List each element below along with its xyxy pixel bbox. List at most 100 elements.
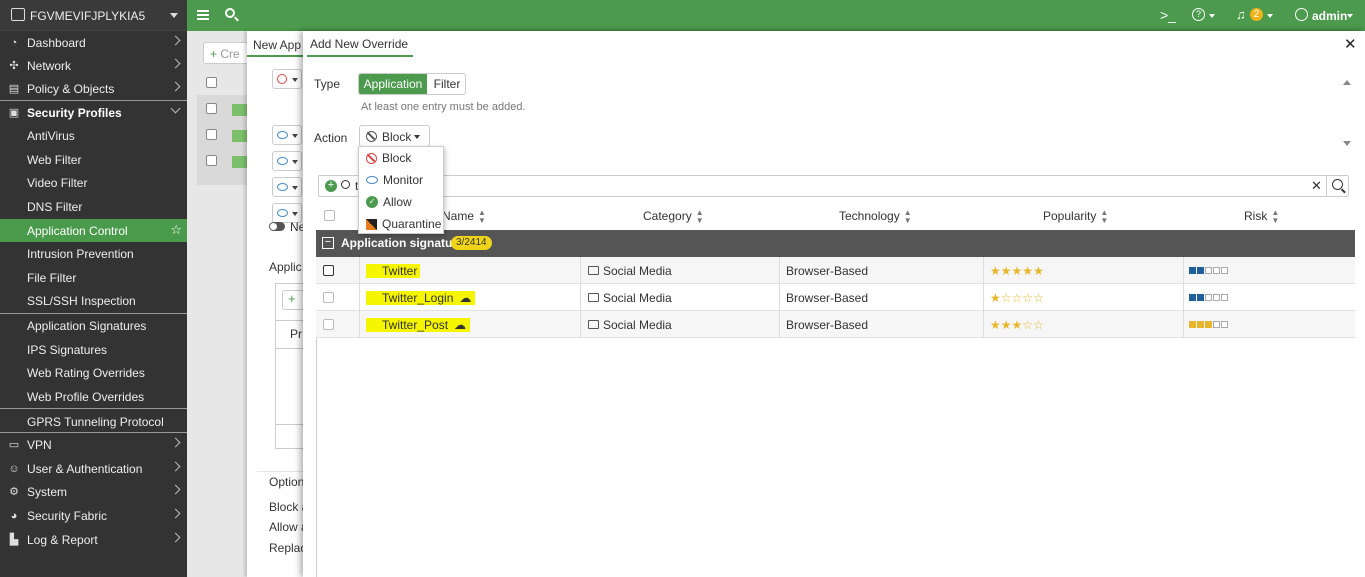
table-row[interactable]: Twitter_Login ☁ Social Media Browser-Based ★… [316,284,1355,311]
category: Social Media [603,290,672,305]
sidebar-item-web-rating-overrides[interactable]: Web Rating Overrides [0,361,187,384]
sort-icon: ▲ ▼ [903,208,912,225]
eye-icon [277,209,288,217]
add-circle-icon[interactable]: + [325,180,337,192]
sidebar-item-policy-objects[interactable]: ▤ Policy & Objects [0,77,187,100]
search-bar: + t ✕ [318,175,1349,197]
action-option-monitor[interactable]: Monitor [359,169,444,191]
sidebar-item-antivirus[interactable]: AntiVirus [0,124,187,147]
row-checkbox[interactable] [206,155,217,166]
row-checkbox[interactable] [206,129,217,140]
vpn-icon: ▭ [8,439,20,451]
row-checkbox[interactable] [206,103,217,114]
sort-icon: ▲ ▼ [695,208,704,225]
action-dropdown[interactable] [272,151,302,171]
scroll-up-icon[interactable] [1343,80,1351,85]
sidebar-item-video-filter[interactable]: Video Filter [0,171,187,194]
row-checkbox[interactable] [323,292,334,303]
username[interactable]: admin [1312,9,1347,23]
app-name[interactable]: Twitter_Post [366,317,452,332]
group-header[interactable]: − Application signature 3/2414 [316,230,1355,257]
action-dropdown[interactable] [272,69,302,89]
star-icon[interactable]: ☆ [170,222,182,238]
sidebar-item-log-report[interactable]: ▙ Log & Report [0,528,187,551]
table-row[interactable]: Twitter_Post ☁ Social Media Browser-Based ★ ★… [316,311,1355,338]
sidebar-item-dashboard[interactable]: ◔ Dashboard [0,31,187,54]
table-header: Name ▲ ▼ Category ▲ ▼ Technology ▲ ▼ Popularit… [316,201,1355,229]
app-name[interactable]: Twitter_Login [366,290,457,305]
app-name[interactable]: Twitter [366,263,421,278]
row-checkbox[interactable] [323,265,334,276]
create-new-button[interactable]: + Cre [203,42,253,64]
risk-bar [1189,267,1196,274]
user-icon[interactable] [1295,8,1308,21]
sidebar-item-web-filter[interactable]: Web Filter [0,148,187,171]
star-filled-icon: ★ [1000,317,1012,332]
sidebar-item-web-profile-overrides[interactable]: Web Profile Overrides [0,385,187,408]
sidebar-item-vpn[interactable]: ▭ VPN [0,433,187,456]
sidebar-item-application-signatures[interactable]: Application Signatures [0,314,187,337]
action-selected: Block [382,130,412,144]
column-header: Pr [290,327,302,341]
close-icon[interactable]: ✕ [1344,35,1357,53]
bell-icon[interactable]: ♫ [1236,7,1246,22]
caret-down-icon [1209,14,1215,18]
select-all-checkbox[interactable] [206,77,217,88]
collapse-icon[interactable]: − [322,237,334,249]
search-button-icon[interactable] [1332,179,1346,194]
sidebar-item-application-control[interactable]: Application Control ☆ [0,219,187,242]
menu-icon[interactable] [197,10,209,20]
row-checkbox[interactable] [323,319,334,330]
risk-bar [1189,294,1196,301]
action-dropdown[interactable]: Block [359,125,430,147]
action-dropdown[interactable] [272,177,302,197]
star-empty-icon: ☆ [1000,290,1012,305]
type-application-button[interactable]: Application [359,74,427,94]
type-filter-button[interactable]: Filter [427,74,465,94]
group-label: Application signature [341,236,464,250]
caret-down-icon [170,13,178,18]
action-option-allow[interactable]: ✓ Allow [359,191,444,213]
risk-bar [1213,294,1220,301]
column-header-risk[interactable]: Risk ▲ ▼ [1244,209,1279,225]
eye-icon [277,157,288,165]
risk-bar [1189,321,1196,328]
risk-bar [1205,294,1212,301]
sidebar-item-user-authentication[interactable]: ☺ User & Authentication [0,457,187,480]
help-icon[interactable]: ? [1192,8,1205,21]
column-header-popularity[interactable]: Popularity ▲ ▼ [1043,209,1108,225]
lock-icon: ▣ [8,107,20,119]
sidebar-item-security-profiles[interactable]: ▣ Security Profiles [0,101,187,124]
search-icon[interactable] [225,8,239,22]
sidebar-item-intrusion-prevention[interactable]: Intrusion Prevention [0,242,187,265]
sidebar-item-network[interactable]: ✣ Network [0,54,187,77]
sidebar-item-system[interactable]: ⚙ System [0,480,187,503]
hint-text: At least one entry must be added. [361,101,526,113]
risk-bar [1197,267,1204,274]
notification-badge[interactable]: 2 [1250,8,1263,21]
table-row[interactable]: Twitter Social Media Browser-Based ★ ★ ★ ★ ★ [316,257,1355,284]
chevron-down-icon [170,103,181,114]
clear-icon[interactable]: ✕ [1311,178,1322,194]
column-header-name[interactable]: Name ▲ ▼ [442,209,486,225]
chevron-right-icon [170,437,181,448]
action-option-block[interactable]: Block [359,147,444,169]
sidebar-item-gprs-tunneling-protocol[interactable]: GPRS Tunneling Protocol [0,410,187,433]
star-filled-icon: ★ [990,263,1001,278]
device-header[interactable]: FGVMEVIFJPLYKIA5 [0,0,187,31]
action-dropdown[interactable] [272,125,302,145]
sidebar-item-security-fabric[interactable]: ◕ Security Fabric [0,504,187,527]
column-header-technology[interactable]: Technology ▲ ▼ [839,209,912,225]
column-header-category[interactable]: Category ▲ ▼ [643,209,704,225]
sidebar-item-file-filter[interactable]: File Filter [0,266,187,289]
toggle-switch[interactable] [269,222,285,231]
scroll-down-icon[interactable] [1343,141,1351,146]
risk-bar [1213,267,1220,274]
action-option-quarantine[interactable]: Quarantine [359,213,444,235]
cli-icon[interactable]: >_ [1160,7,1176,23]
sidebar-item-ips-signatures[interactable]: IPS Signatures [0,338,187,361]
sidebar-item-ssl-ssh-inspection[interactable]: SSL/SSH Inspection [0,289,187,312]
risk-rating [1189,257,1229,284]
sidebar-item-dns-filter[interactable]: DNS Filter [0,195,187,218]
select-all-checkbox[interactable] [324,210,335,221]
